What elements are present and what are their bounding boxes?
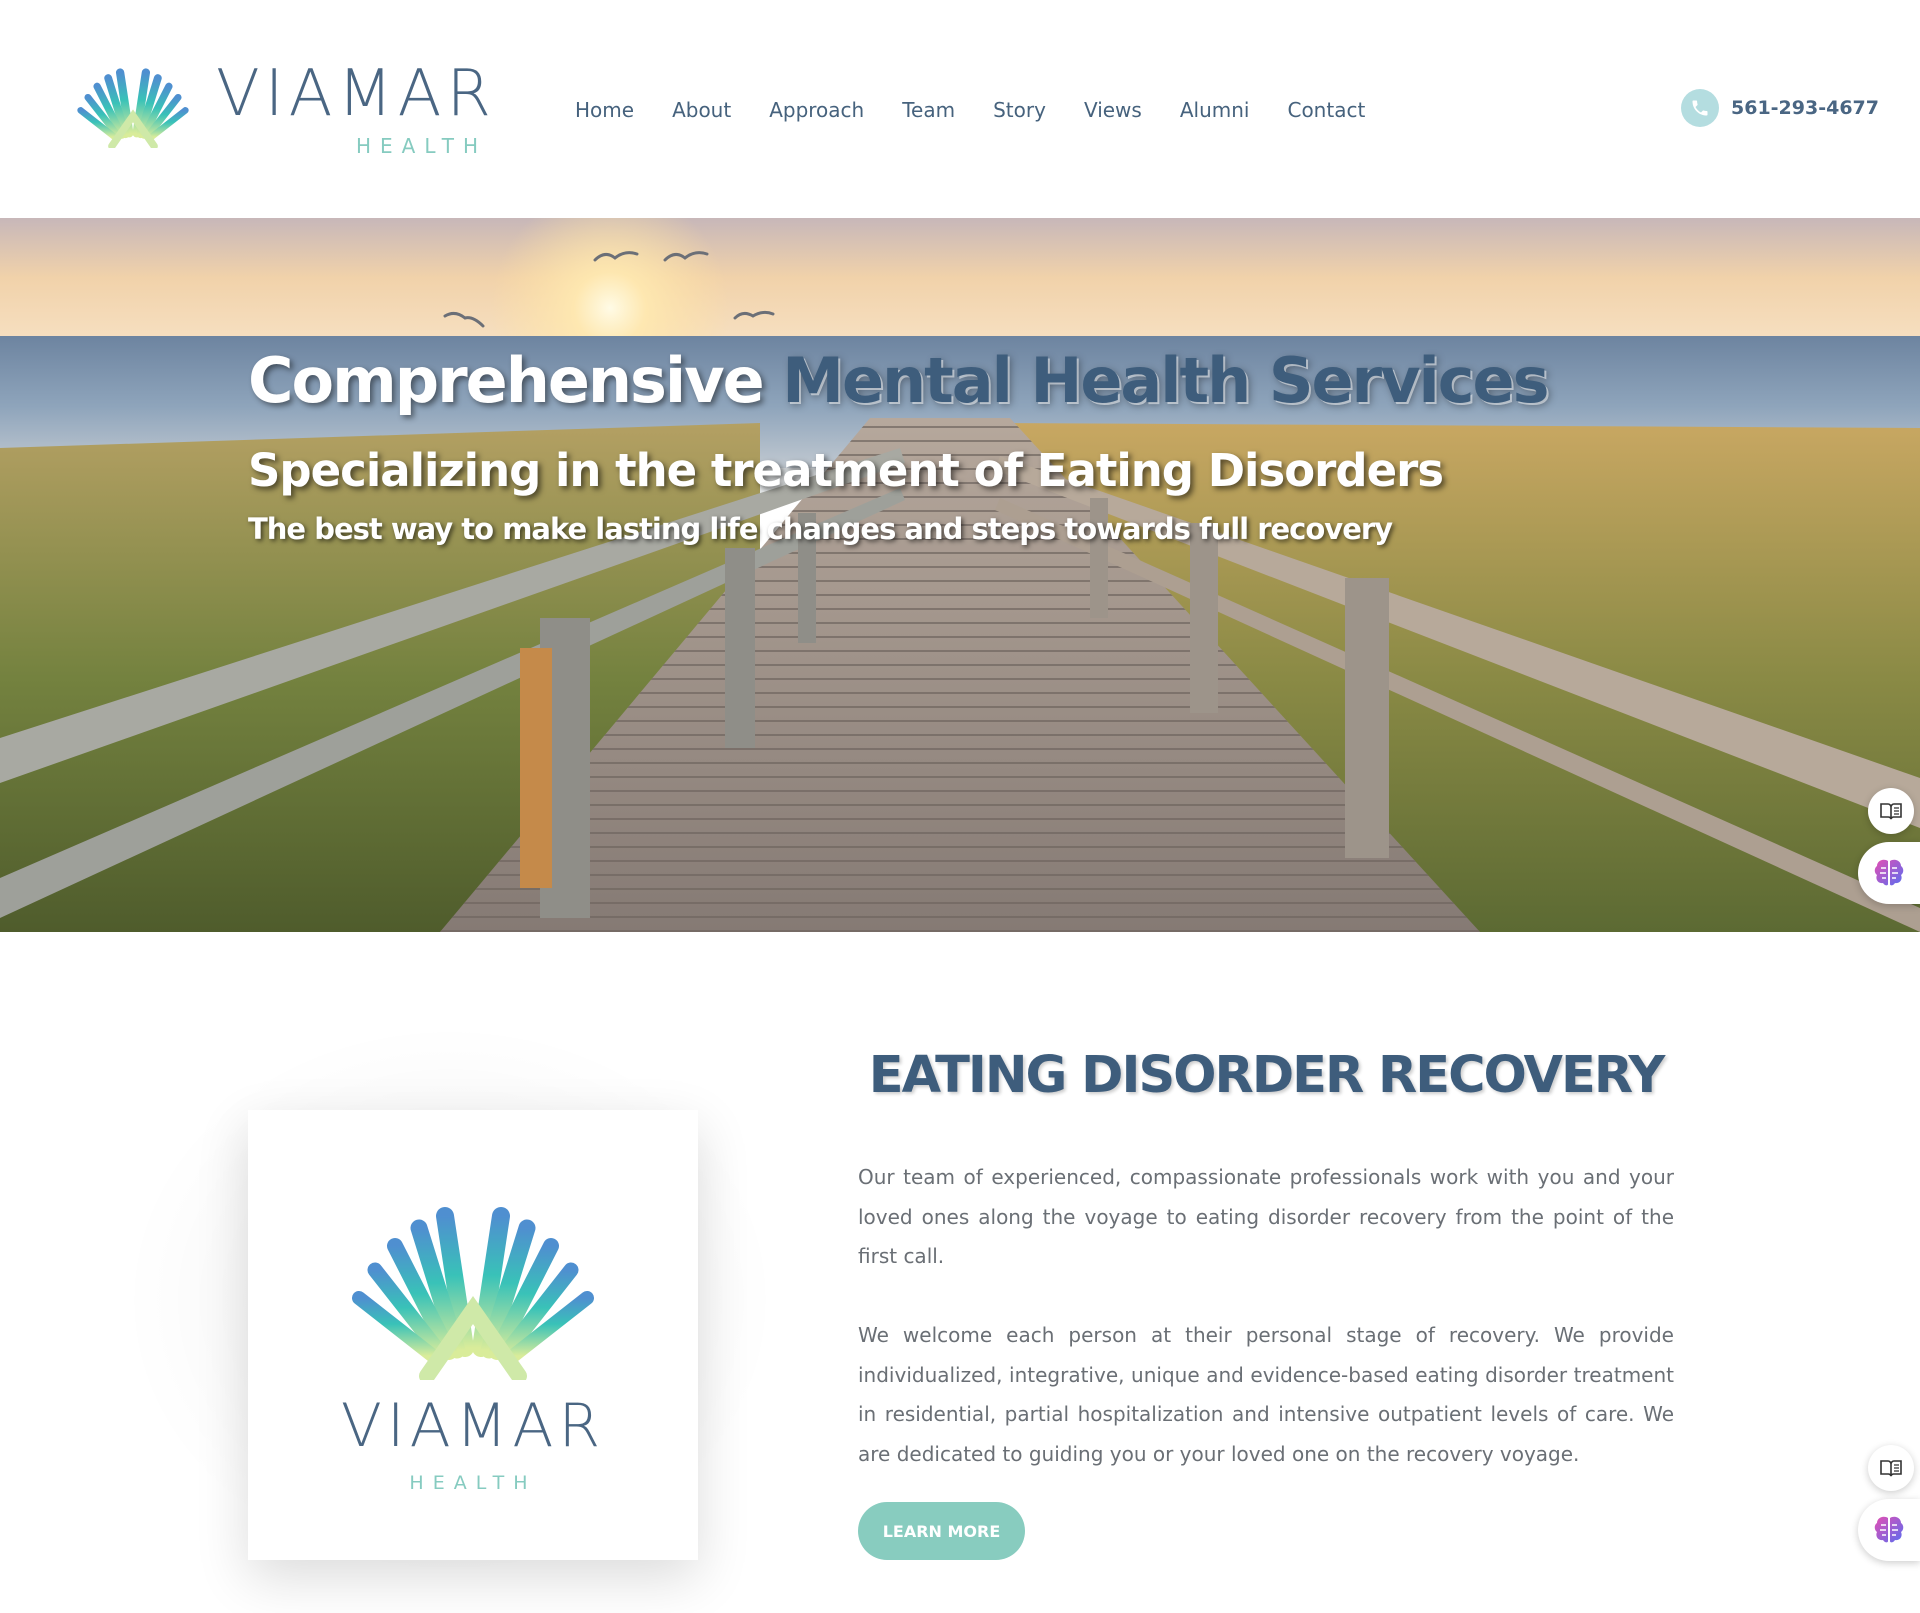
intro-paragraph: Our team of experienced, compassionate p… <box>858 1165 1674 1268</box>
phone-number: 561-293-4677 <box>1731 97 1879 119</box>
nav-item-team[interactable]: Team <box>902 96 955 124</box>
hero-subtitle: Specializing in the treatment of Eating … <box>248 444 1444 497</box>
main-nav: Home About Approach Team Story Views Alu… <box>575 96 1403 124</box>
nav-item-approach[interactable]: Approach <box>769 96 864 124</box>
book-icon <box>1880 1460 1902 1477</box>
brain-icon <box>1874 859 1904 886</box>
reader-widget-button[interactable] <box>1868 788 1914 834</box>
phone-icon <box>1681 89 1719 127</box>
hero-background-image <box>0 218 1920 932</box>
hero-tagline: The best way to make lasting life change… <box>248 512 1393 546</box>
shell-logo-icon <box>345 1180 601 1380</box>
site-header: VIAMAR HEALTH Home About Approach Team S… <box>0 0 1920 218</box>
brand-logo[interactable]: VIAMAR HEALTH <box>74 56 494 162</box>
nav-item-alumni[interactable]: Alumni <box>1180 96 1250 124</box>
services-paragraph: We welcome each person at their personal… <box>858 1323 1674 1466</box>
brand-name: VIAMAR <box>216 57 496 131</box>
shell-logo-icon <box>74 56 192 148</box>
nav-item-home[interactable]: Home <box>575 96 634 124</box>
brain-icon <box>1874 1516 1904 1543</box>
ai-assistant-widget-button[interactable] <box>1858 842 1920 904</box>
nav-item-about[interactable]: About <box>672 96 731 124</box>
hero-title-blue: Mental Health Services <box>782 344 1549 417</box>
hero-title: Comprehensive Mental Health Services <box>248 350 1550 412</box>
section-title: EATING DISORDER RECOVERY <box>868 1046 1666 1105</box>
card-brand-subtitle: HEALTH <box>409 1472 537 1494</box>
logo-card: VIAMAR HEALTH <box>248 1110 698 1560</box>
hero-banner: Comprehensive Mental Health Services Spe… <box>0 218 1920 932</box>
phone-link[interactable]: 561-293-4677 <box>1681 89 1879 127</box>
hero-title-white: Comprehensive <box>248 344 765 417</box>
nav-item-contact[interactable]: Contact <box>1287 96 1365 124</box>
nav-item-views[interactable]: Views <box>1084 96 1142 124</box>
reader-widget-button[interactable] <box>1868 1445 1914 1491</box>
learn-more-button[interactable]: LEARN MORE <box>858 1502 1025 1560</box>
card-brand-name: VIAMAR <box>340 1391 606 1461</box>
book-icon <box>1880 803 1902 820</box>
nav-item-story[interactable]: Story <box>993 96 1046 124</box>
ai-assistant-widget-button[interactable] <box>1858 1499 1920 1561</box>
brand-subtitle: HEALTH <box>356 134 488 158</box>
hero-text: Comprehensive Mental Health Services Spe… <box>248 350 1550 546</box>
